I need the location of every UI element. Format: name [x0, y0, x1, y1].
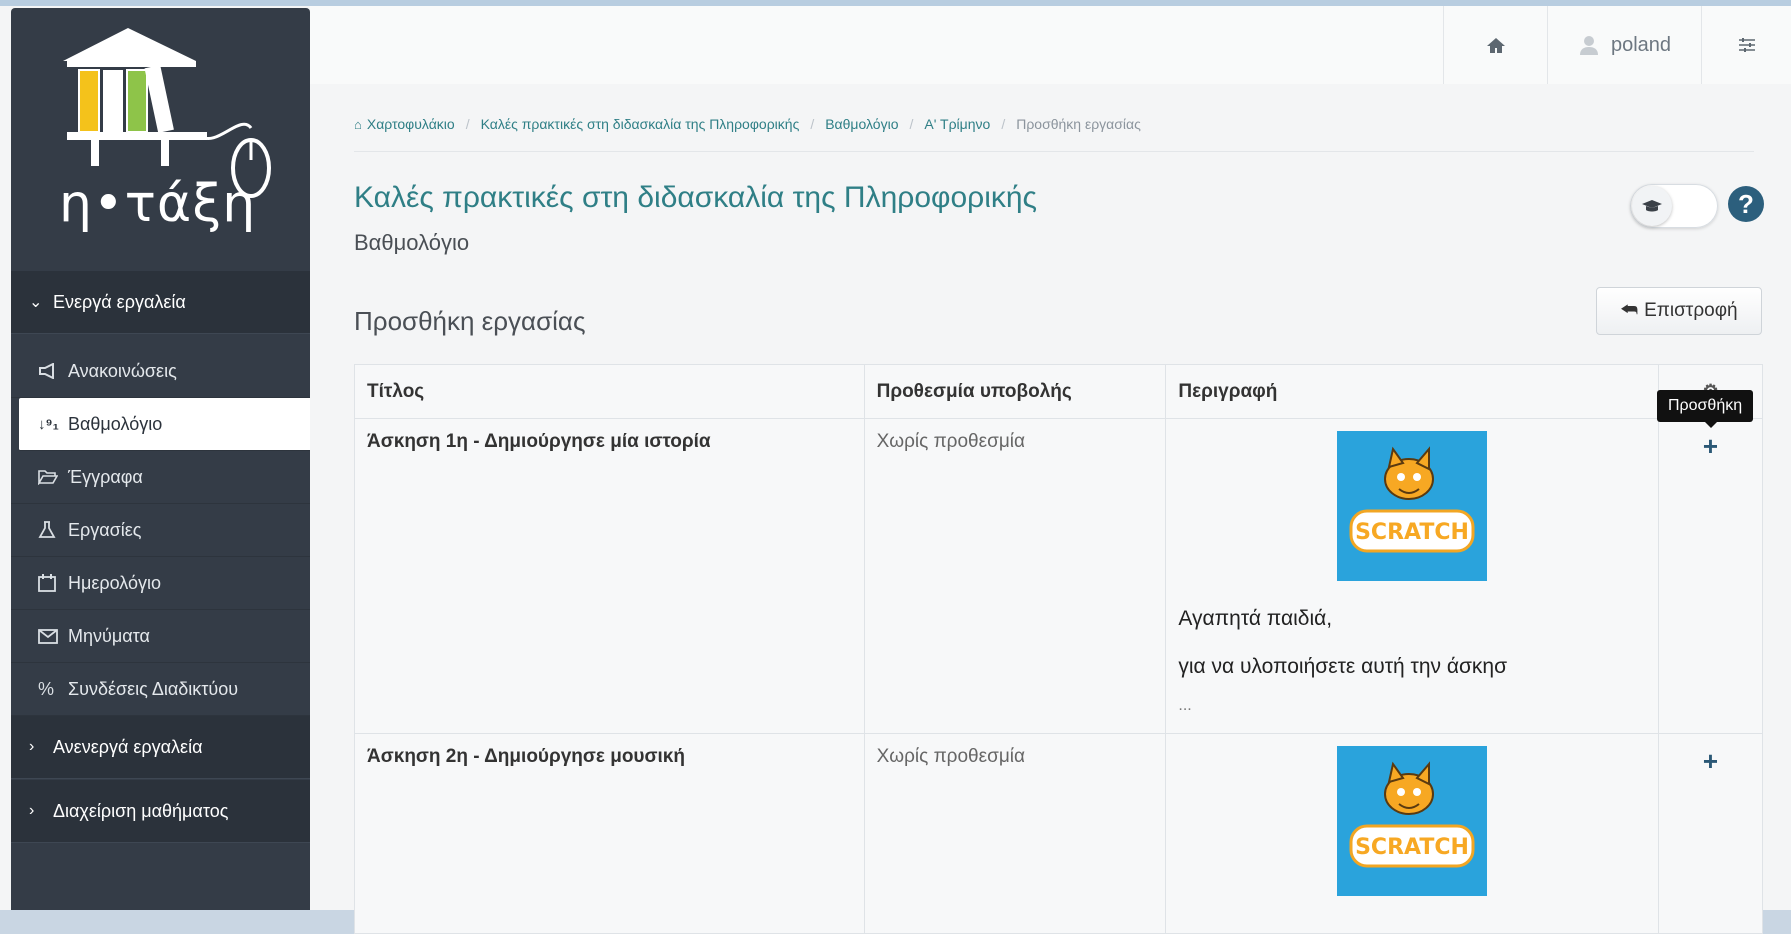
table-header-row: Τίτλος Προθεσμία υποβολής Περιγραφή ⚙: [354, 364, 1763, 419]
breadcrumb-separator: /: [909, 116, 914, 132]
header-title: Τίτλος: [354, 364, 865, 419]
home-small-icon: ⌂: [354, 116, 362, 132]
sliders-icon: [1739, 38, 1755, 52]
chevron-right-icon: ›: [29, 802, 35, 819]
envelope-icon: [38, 628, 68, 644]
username: poland: [1610, 33, 1672, 56]
sidebar-item-label: Εργασίες: [68, 519, 142, 540]
actions-cell: +: [1658, 418, 1763, 734]
breadcrumb-divider: [354, 151, 1754, 152]
link-icon: %: [38, 678, 55, 699]
reply-icon: ⮪: [1620, 300, 1639, 321]
active-tools-label: Ενεργά εργαλεία: [53, 291, 186, 312]
calendar-icon: [38, 574, 68, 592]
scratch-label: SCRATCH: [1355, 835, 1469, 860]
sidebar-item-announcements[interactable]: Ανακοινώσεις: [11, 345, 310, 398]
assignment-title: Άσκηση 2η - Δημιούργησε μουσική: [354, 733, 865, 934]
add-tooltip: Προσθήκη: [1657, 390, 1754, 428]
breadcrumb: ⌂ Χαρτοφυλάκιο / Καλές πρακτικές στη διδ…: [354, 116, 1141, 132]
chevron-right-icon: ›: [29, 738, 35, 755]
sidebar: η•τάξη ⌄ Ενεργά εργαλεία Ανακοινώσεις ↓⁹…: [11, 8, 314, 910]
breadcrumb-course[interactable]: Καλές πρακτικές στη διδασκαλία της Πληρο…: [481, 116, 800, 132]
course-admin-label: Διαχείριση μαθήματος: [53, 800, 229, 821]
sort-numeric-icon: ↓⁹₁: [38, 415, 59, 433]
assignment-description: SCRATCH Αγαπητά παιδιά, για να υλοποιήσε…: [1165, 418, 1660, 734]
section-title: Προσθήκη εργασίας: [354, 306, 586, 336]
assignment-description: SCRATCH: [1165, 733, 1660, 934]
folder-open-icon: [38, 469, 68, 485]
back-button[interactable]: ⮪ Επιστροφή: [1596, 287, 1762, 335]
breadcrumb-portfolio[interactable]: Χαρτοφυλάκιο: [367, 116, 455, 132]
logo-text: η•τάξη: [59, 174, 257, 234]
logo[interactable]: η•τάξη: [11, 8, 310, 271]
sidebar-item-calendar[interactable]: Ημερολόγιο: [11, 557, 310, 610]
breadcrumb-separator: /: [1001, 116, 1006, 132]
course-title[interactable]: Καλές πρακτικές στη διδασκαλία της Πληρο…: [354, 181, 1037, 215]
inactive-tools-label: Ανενεργά εργαλεία: [53, 736, 203, 757]
course-admin-header[interactable]: › Διαχείριση μαθήματος: [11, 780, 310, 843]
chevron-down-icon: ⌄: [29, 294, 43, 311]
description-more: ...: [1178, 697, 1192, 714]
description-line-2: για να υλοποιήσετε αυτή την άσκησ: [1178, 655, 1508, 678]
user-icon: [1579, 36, 1598, 55]
sidebar-item-gradebook[interactable]: ↓⁹₁ Βαθμολόγιο: [19, 398, 314, 451]
header-description: Περιγραφή: [1165, 364, 1660, 419]
top-bar: poland: [310, 6, 1791, 85]
scratch-logo-image: SCRATCH: [1337, 431, 1488, 581]
assignments-table: Τίτλος Προθεσμία υποβολής Περιγραφή ⚙ Άσ…: [354, 364, 1763, 934]
sidebar-item-links[interactable]: % Συνδέσεις Διαδικτύου: [11, 663, 310, 716]
inactive-tools-header[interactable]: › Ανενεργά εργαλεία: [11, 716, 310, 779]
user-menu[interactable]: poland: [1547, 6, 1702, 84]
scratch-logo-image: SCRATCH: [1337, 746, 1488, 896]
assignment-title: Άσκηση 1η - Δημιούργησε μία ιστορία: [354, 418, 865, 734]
header-deadline: Προθεσμία υποβολής: [863, 364, 1167, 419]
help-icon[interactable]: ?: [1728, 186, 1764, 222]
sidebar-item-label: Ανακοινώσεις: [68, 360, 177, 381]
sidebar-item-messages[interactable]: Μηνύματα: [11, 610, 310, 663]
bullhorn-icon: [38, 363, 68, 379]
graduation-cap-icon: [1632, 186, 1672, 226]
description-line-1: Αγαπητά παιδιά,: [1178, 607, 1333, 630]
settings-button[interactable]: [1701, 6, 1791, 84]
sidebar-item-label: Ημερολόγιο: [68, 572, 162, 593]
add-button[interactable]: +: [1671, 746, 1750, 777]
home-icon: [1487, 38, 1505, 53]
page-subtitle: Βαθμολόγιο: [354, 230, 470, 255]
breadcrumb-separator: /: [810, 116, 815, 132]
sidebar-item-assignments[interactable]: Εργασίες: [11, 504, 310, 557]
breadcrumb-term[interactable]: Α' Τρίμηνο: [924, 116, 990, 132]
assignment-deadline: Χωρίς προθεσμία: [863, 733, 1167, 934]
breadcrumb-separator: /: [465, 116, 470, 132]
breadcrumb-current: Προσθήκη εργασίας: [1016, 116, 1141, 132]
breadcrumb-gradebook[interactable]: Βαθμολόγιο: [825, 116, 898, 132]
assignment-deadline: Χωρίς προθεσμία: [863, 418, 1167, 734]
table-row: Άσκηση 2η - Δημιούργησε μουσική Χωρίς πρ…: [354, 733, 1763, 934]
student-view-toggle[interactable]: [1630, 184, 1718, 228]
table-row: Άσκηση 1η - Δημιούργησε μία ιστορία Χωρί…: [354, 418, 1763, 734]
sidebar-item-label: Μηνύματα: [68, 625, 150, 646]
flask-icon: [38, 521, 68, 539]
back-label: Επιστροφή: [1644, 300, 1738, 321]
sidebar-item-label: Έγγραφα: [68, 466, 143, 487]
active-tools-header[interactable]: ⌄ Ενεργά εργαλεία: [11, 271, 310, 334]
actions-cell: +: [1658, 733, 1763, 934]
sidebar-item-label: Συνδέσεις Διαδικτύου: [68, 678, 239, 699]
sidebar-item-documents[interactable]: Έγγραφα: [11, 451, 310, 504]
add-button[interactable]: +: [1671, 431, 1750, 462]
scratch-label: SCRATCH: [1355, 520, 1469, 545]
home-button[interactable]: [1443, 6, 1548, 84]
main-content: ⌂ Χαρτοφυλάκιο / Καλές πρακτικές στη διδ…: [310, 84, 1791, 934]
sidebar-item-label: Βαθμολόγιο: [68, 413, 163, 434]
